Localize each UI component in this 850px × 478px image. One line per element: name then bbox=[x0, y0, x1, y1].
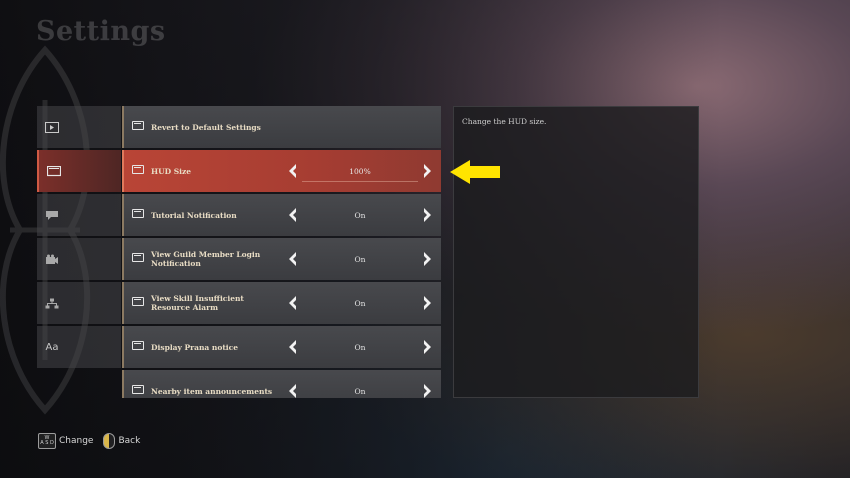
option-value: On bbox=[354, 254, 366, 264]
option-icon bbox=[132, 341, 144, 350]
option-hud-size[interactable]: HUD Size 100% bbox=[122, 150, 441, 192]
category-camera[interactable] bbox=[37, 238, 121, 280]
key-bottom-label: A S D bbox=[40, 440, 54, 446]
settings-category-sidebar: Aa bbox=[37, 106, 121, 398]
chevron-right-icon[interactable] bbox=[421, 383, 433, 398]
option-icon bbox=[132, 253, 144, 262]
chevron-right-icon[interactable] bbox=[421, 339, 433, 355]
chevron-left-icon[interactable] bbox=[287, 163, 299, 179]
option-label: Tutorial Notification bbox=[151, 210, 237, 220]
category-text[interactable]: Aa bbox=[37, 326, 121, 368]
option-icon bbox=[132, 121, 144, 130]
footer-hints: W A S D Change Back bbox=[38, 431, 150, 451]
description-panel: Change the HUD size. bbox=[453, 106, 699, 398]
option-icon bbox=[132, 297, 144, 306]
wasd-keys-icon: W A S D bbox=[38, 433, 56, 449]
option-value: On bbox=[354, 298, 366, 308]
network-icon bbox=[45, 297, 59, 309]
chevron-left-icon[interactable] bbox=[287, 251, 299, 267]
option-label: Revert to Default Settings bbox=[151, 122, 261, 132]
back-label: Back bbox=[118, 436, 141, 446]
option-label: Display Prana notice bbox=[151, 342, 238, 352]
chevron-left-icon[interactable] bbox=[287, 207, 299, 223]
category-interface[interactable] bbox=[37, 150, 121, 192]
chevron-left-icon[interactable] bbox=[287, 383, 299, 398]
video-icon bbox=[45, 121, 59, 133]
option-value: 100% bbox=[302, 150, 418, 192]
chevron-right-icon[interactable] bbox=[421, 295, 433, 311]
option-guild-login-notification[interactable]: View Guild Member Login Notification On bbox=[122, 238, 441, 280]
category-social[interactable] bbox=[37, 282, 121, 324]
option-icon bbox=[132, 165, 144, 174]
text-size-icon: Aa bbox=[45, 341, 59, 353]
chevron-left-icon[interactable] bbox=[287, 295, 299, 311]
option-value: On bbox=[354, 210, 366, 220]
category-chat[interactable] bbox=[37, 194, 121, 236]
option-prana-notice[interactable]: Display Prana notice On bbox=[122, 326, 441, 368]
chevron-left-icon[interactable] bbox=[287, 339, 299, 355]
settings-options-list: Revert to Default Settings HUD Size 100%… bbox=[122, 106, 441, 398]
option-revert-defaults[interactable]: Revert to Default Settings bbox=[122, 106, 441, 148]
option-icon bbox=[132, 385, 144, 394]
option-label: Nearby item announcements bbox=[151, 386, 273, 396]
chevron-right-icon[interactable] bbox=[421, 251, 433, 267]
page-title: Settings bbox=[36, 16, 166, 47]
mouse-right-click-icon bbox=[103, 433, 116, 449]
back-hint[interactable]: Back bbox=[103, 433, 140, 449]
description-text: Change the HUD size. bbox=[462, 117, 547, 126]
category-video[interactable] bbox=[37, 106, 121, 148]
option-icon bbox=[132, 209, 144, 218]
option-label: View Guild Member Login Notification bbox=[151, 250, 261, 268]
option-label: View Skill Insufficient Resource Alarm bbox=[151, 294, 244, 312]
chevron-right-icon[interactable] bbox=[421, 163, 433, 179]
option-skill-resource-alarm[interactable]: View Skill Insufficient Resource Alarm O… bbox=[122, 282, 441, 324]
yellow-pointer-arrow-icon bbox=[450, 160, 500, 184]
chat-bubble-icon bbox=[45, 209, 59, 221]
chevron-right-icon[interactable] bbox=[421, 207, 433, 223]
camera-icon bbox=[45, 253, 59, 265]
change-hint[interactable]: W A S D Change bbox=[38, 433, 93, 449]
change-label: Change bbox=[59, 436, 94, 446]
option-value: On bbox=[354, 342, 366, 352]
option-value: On bbox=[354, 386, 366, 396]
option-tutorial-notification[interactable]: Tutorial Notification On bbox=[122, 194, 441, 236]
monitor-icon bbox=[47, 165, 61, 177]
option-label: HUD Size bbox=[151, 166, 192, 176]
option-nearby-item-announcements[interactable]: Nearby item announcements On bbox=[122, 370, 441, 398]
